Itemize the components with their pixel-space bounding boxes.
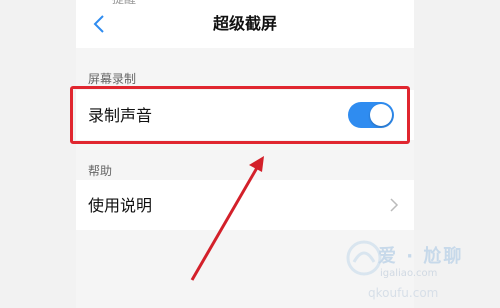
setting-label-instructions: 使用说明 xyxy=(88,196,153,215)
watermark: 爱 · 尬聊 igaliao.com qkoufu.com xyxy=(340,232,500,308)
left-margin xyxy=(0,0,76,308)
chevron-right-icon xyxy=(390,198,399,212)
status-bar-fragment: 提醒 xyxy=(112,0,148,4)
setting-row-instructions[interactable]: 使用说明 xyxy=(76,180,414,230)
annotation-highlight-box xyxy=(70,86,410,144)
watermark-brand: 爱 · 尬聊 xyxy=(378,246,464,267)
watermark-url-1: igaliao.com xyxy=(380,268,438,279)
section-label-screen-recording: 屏幕录制 xyxy=(88,72,137,86)
page-title: 超级截屏 xyxy=(212,14,277,33)
section-label-help: 帮助 xyxy=(88,164,113,178)
watermark-url-2: qkoufu.com xyxy=(368,286,439,300)
top-bar: 提醒 超级截屏 xyxy=(76,0,414,48)
